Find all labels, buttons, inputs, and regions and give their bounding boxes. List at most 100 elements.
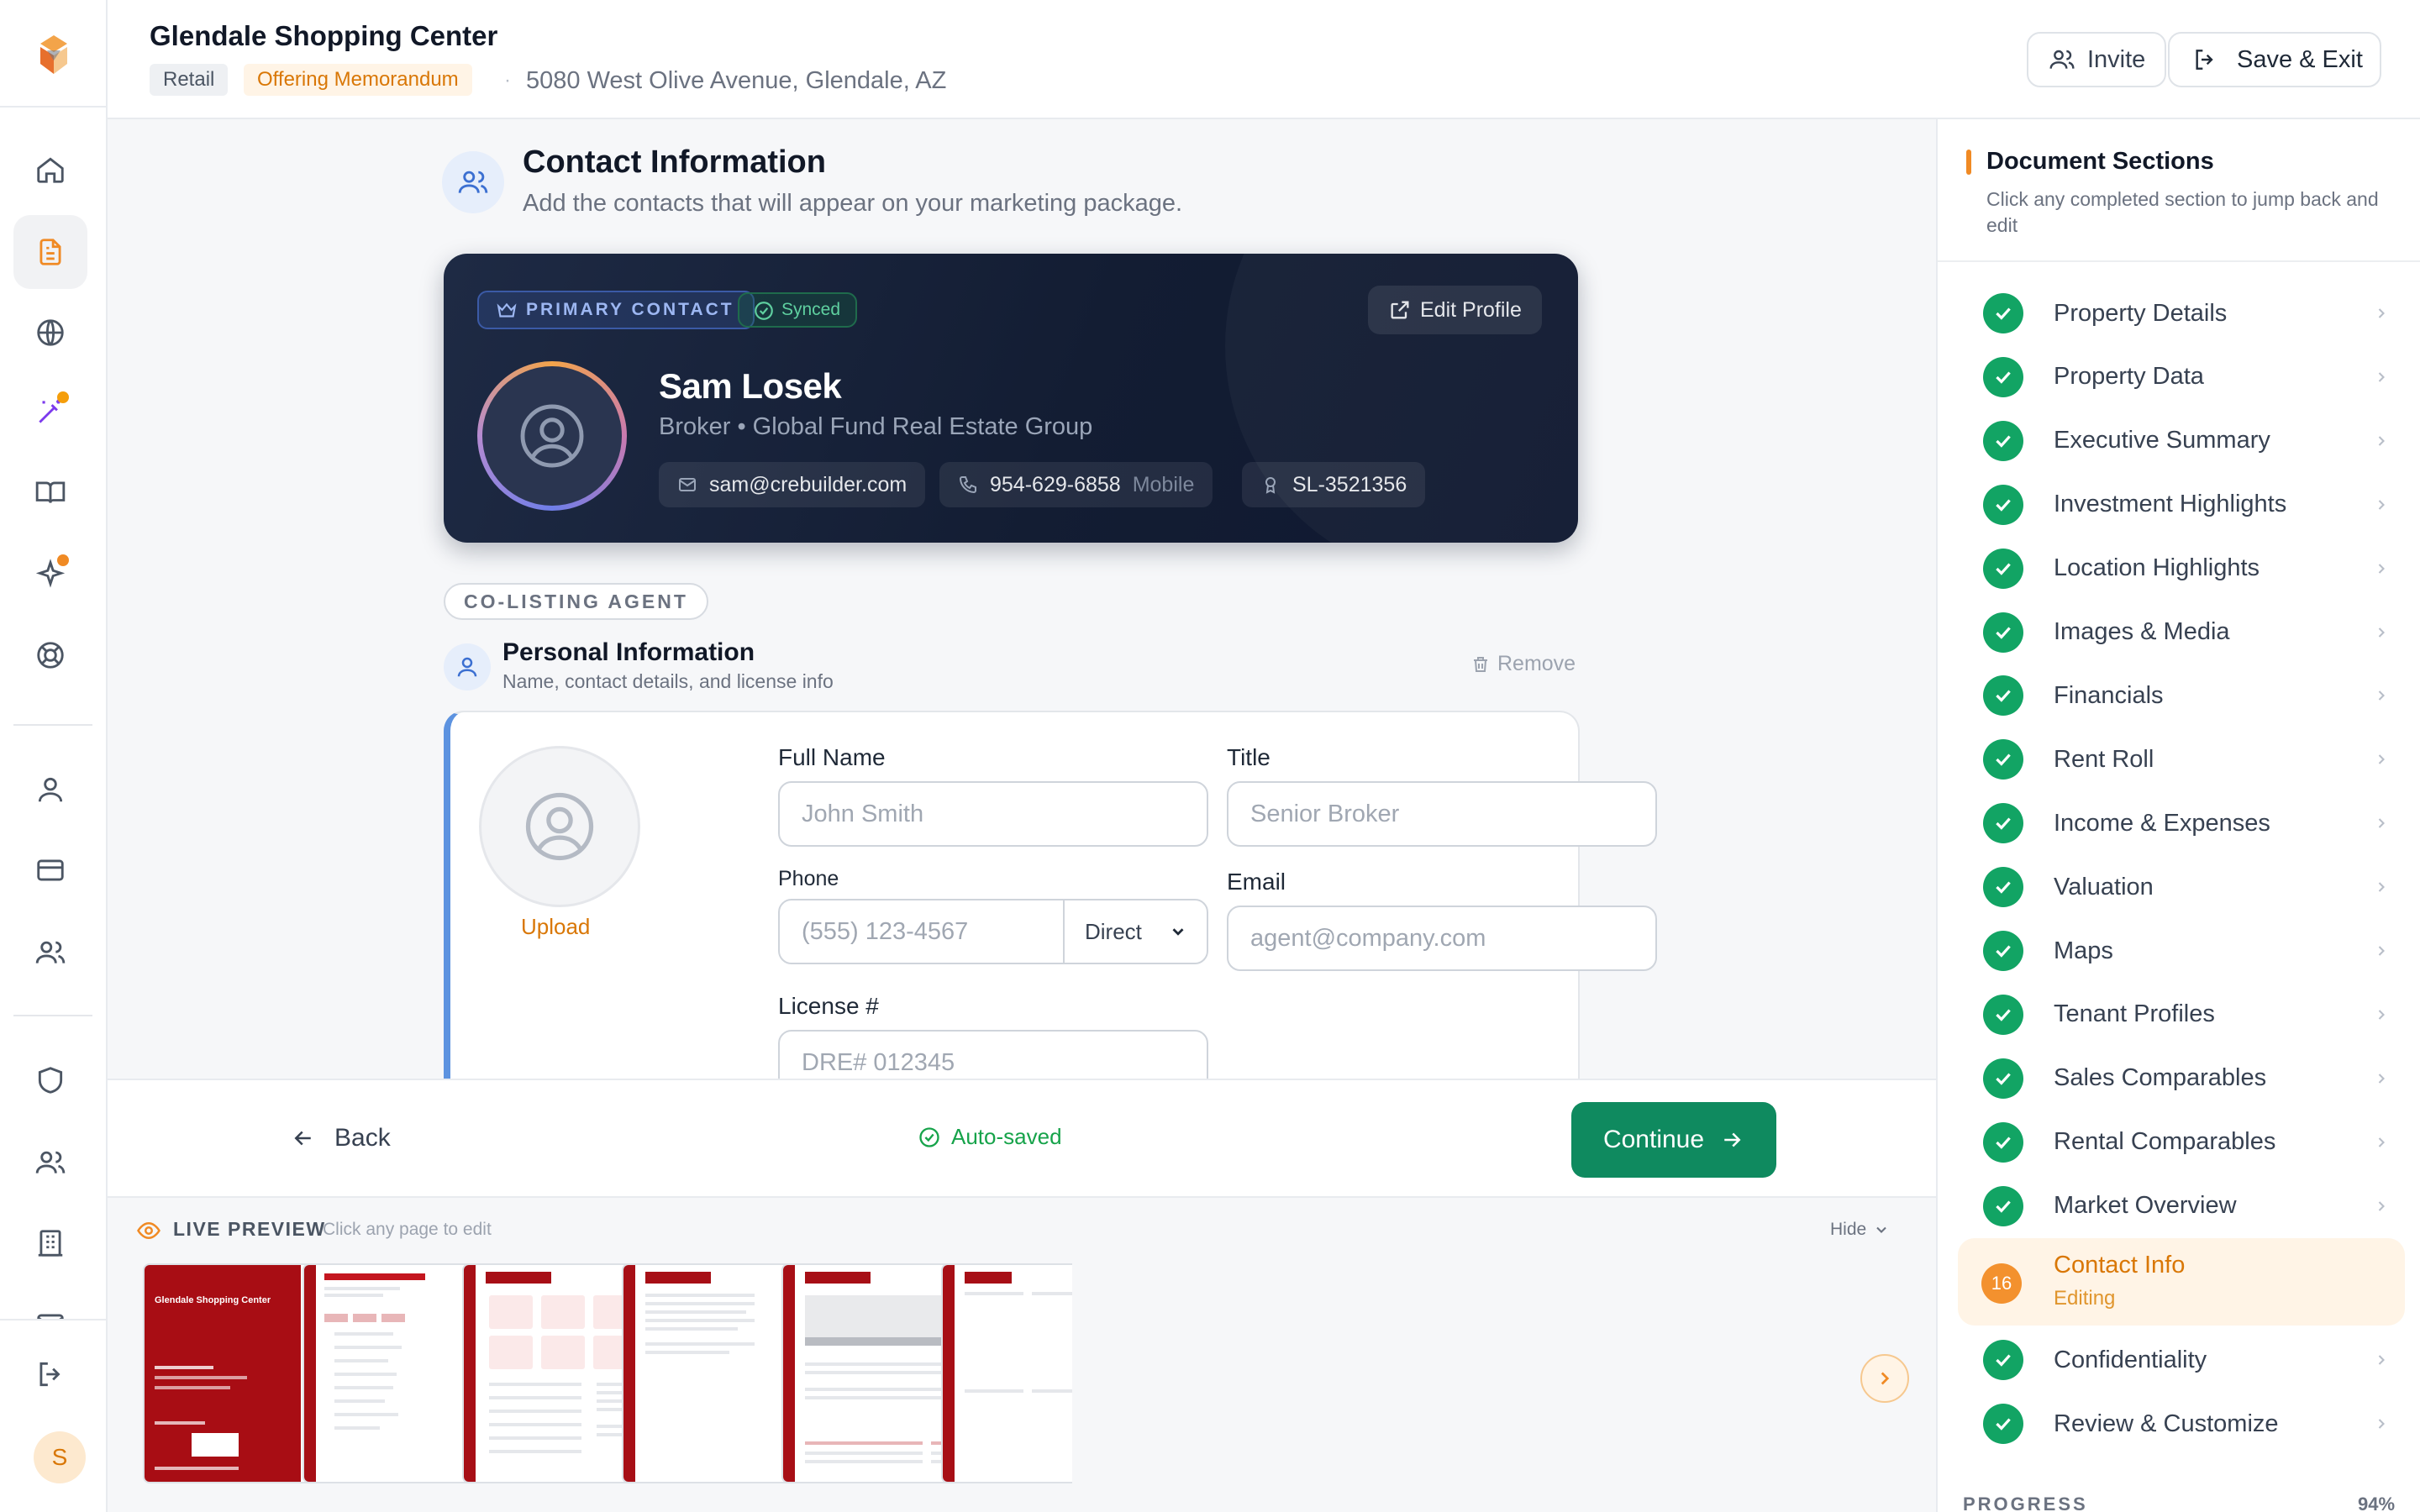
chevron-right-icon (2373, 815, 2390, 832)
section-item[interactable]: Executive Summary (1958, 412, 2403, 470)
nav-billing[interactable] (13, 833, 87, 907)
check-circle-icon (1983, 1185, 2023, 1226)
team-icon (34, 1147, 66, 1179)
nav-logout[interactable] (13, 1337, 87, 1411)
section-item[interactable]: Maps (1958, 921, 2403, 980)
section-item-contact-info[interactable]: 16 Contact Info Editing (1958, 1238, 2405, 1326)
contacts-section-icon (442, 151, 504, 213)
phone-type-select[interactable]: Direct (1063, 900, 1197, 963)
continue-button[interactable]: Continue (1571, 1102, 1776, 1178)
notification-dot (57, 391, 69, 403)
nav-features[interactable] (13, 538, 87, 612)
photo-upload-area[interactable] (479, 746, 640, 907)
nav-support[interactable] (13, 618, 87, 692)
check-circle-icon (1983, 1121, 2023, 1163)
contact-email-chip: sam@crebuilder.com (659, 462, 926, 507)
section-item[interactable]: Valuation (1958, 858, 2403, 916)
chevron-right-icon (2373, 687, 2390, 704)
check-circle-icon (1983, 675, 2023, 717)
section-item[interactable]: Images & Media (1958, 603, 2403, 662)
section-label: Images & Media (2054, 618, 2230, 645)
chevron-right-icon (1874, 1368, 1896, 1389)
progress-value: 94% (2358, 1494, 2396, 1512)
section-item[interactable]: Market Overview (1958, 1177, 2403, 1236)
preview-page-photo-gallery[interactable] (941, 1263, 1072, 1483)
external-link-icon (1388, 298, 1412, 322)
section-item[interactable]: Property Data (1958, 348, 2403, 407)
user-avatar[interactable]: S (34, 1431, 86, 1483)
check-circle-icon (1983, 356, 2023, 397)
users-icon (34, 937, 66, 969)
nav-ai-tools[interactable] (13, 375, 87, 449)
section-item[interactable]: Tenant Profiles (1958, 985, 2403, 1044)
notification-dot (57, 554, 69, 566)
live-preview-panel: LIVE PREVIEW Click any page to edit Hide… (108, 1196, 1936, 1512)
nav-home[interactable] (13, 133, 87, 207)
primary-contact-card: PRIMARY CONTACT Synced Edit Profile Sam … (444, 254, 1578, 543)
hide-preview-button[interactable]: Hide (1830, 1220, 1890, 1240)
remove-agent-button[interactable]: Remove (1470, 652, 1576, 676)
nav-mail[interactable] (13, 1290, 87, 1319)
email-input[interactable]: agent@company.com (1227, 906, 1657, 971)
synced-badge: Synced (738, 292, 858, 328)
property-title: Glendale Shopping Center (150, 20, 498, 51)
rail-divider-top (0, 106, 108, 108)
section-label: Income & Expenses (2054, 809, 2270, 837)
section-title: Contact Information (523, 144, 826, 180)
section-item[interactable]: Review & Customize (1958, 1394, 2403, 1453)
chevron-right-icon (2373, 879, 2390, 895)
license-label: License # (778, 993, 879, 1019)
check-circle-icon (1983, 803, 2023, 844)
license-input[interactable]: DRE# 012345 (778, 1030, 1208, 1079)
contact-phone-type: Mobile (1132, 472, 1195, 496)
upload-link[interactable]: Upload (521, 914, 590, 940)
section-item[interactable]: Property Details (1958, 284, 2403, 343)
full-name-input[interactable]: John Smith (778, 781, 1208, 847)
check-circle-icon (1983, 548, 2023, 589)
rail-separator (13, 1015, 92, 1016)
section-item[interactable]: Confidentiality (1958, 1331, 2403, 1389)
app-logo[interactable] (30, 32, 77, 79)
chevron-down-icon (1169, 922, 1187, 941)
add-user-icon (2049, 46, 2075, 73)
nav-team[interactable] (13, 916, 87, 990)
section-item[interactable]: Rent Roll (1958, 730, 2403, 789)
section-item[interactable]: Location Highlights (1958, 539, 2403, 598)
nav-admin-users[interactable] (13, 1126, 87, 1200)
preview-next-button[interactable] (1860, 1354, 1909, 1403)
back-button[interactable]: Back (291, 1124, 391, 1152)
save-exit-button[interactable]: Save & Exit (2168, 32, 2381, 87)
check-circle-icon (1983, 931, 2023, 971)
phone-input[interactable]: (555) 123-4567 Direct (778, 899, 1208, 964)
left-rail: S (0, 0, 108, 1512)
section-item[interactable]: Rental Comparables (1958, 1113, 2403, 1172)
edit-profile-label: Edit Profile (1420, 298, 1522, 322)
section-item[interactable]: Investment Highlights (1958, 475, 2403, 534)
check-circle-icon (918, 1126, 941, 1149)
nav-documents[interactable] (13, 215, 87, 289)
chevron-right-icon (2373, 1134, 2390, 1151)
section-item[interactable]: Sales Comparables (1958, 1049, 2403, 1108)
section-item[interactable]: Financials (1958, 666, 2403, 725)
section-label: Confidentiality (2054, 1346, 2207, 1373)
section-label: Executive Summary (2054, 427, 2270, 454)
chevron-right-icon (2373, 1352, 2390, 1368)
title-input[interactable]: Senior Broker (1227, 781, 1657, 847)
chevron-right-icon (2373, 433, 2390, 449)
contact-license-chip: SL-3521356 (1242, 462, 1426, 507)
section-item[interactable]: Income & Expenses (1958, 794, 2403, 853)
section-label: Sales Comparables (2054, 1064, 2267, 1092)
nav-library[interactable] (13, 455, 87, 529)
section-label: Investment Highlights (2054, 491, 2287, 518)
step-navigation-bar: Back Auto-saved Continue (108, 1079, 1936, 1194)
back-label: Back (334, 1124, 391, 1152)
nav-profile[interactable] (13, 753, 87, 827)
property-address: 5080 West Olive Avenue, Glendale, AZ (526, 67, 947, 94)
chevron-right-icon (2373, 560, 2390, 577)
home-icon (34, 154, 66, 186)
nav-company[interactable] (13, 1206, 87, 1280)
nav-globe[interactable] (13, 296, 87, 370)
edit-profile-button[interactable]: Edit Profile (1368, 286, 1542, 334)
invite-button[interactable]: Invite (2027, 32, 2166, 87)
nav-security[interactable] (13, 1043, 87, 1117)
